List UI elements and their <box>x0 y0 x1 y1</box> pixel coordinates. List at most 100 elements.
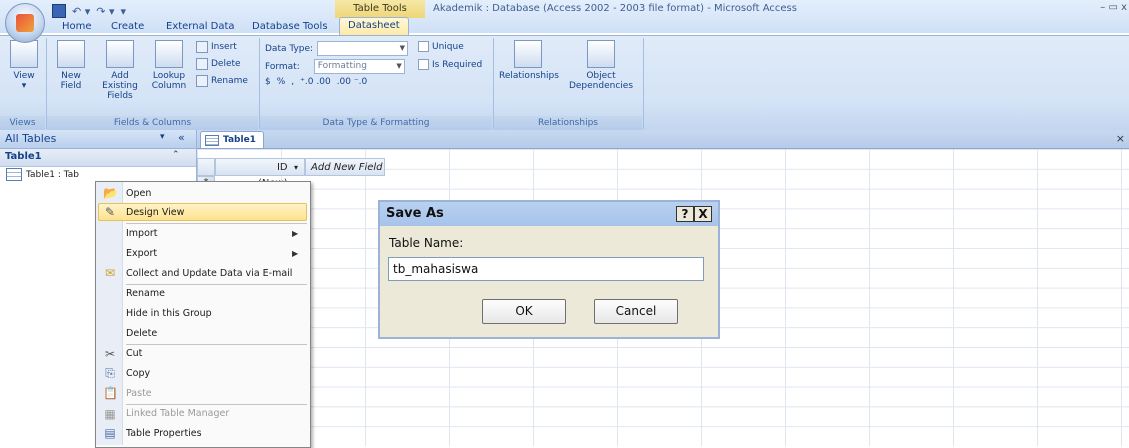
object-dependencies-button[interactable]: Object Dependencies <box>562 40 640 91</box>
delete-icon <box>196 58 208 70</box>
insert-icon <box>196 41 208 53</box>
number-format-row: $ % , ⁺.0 .00 .00 ⁻.0 <box>265 77 367 87</box>
redo-icon[interactable]: ↷ ▾ <box>96 5 114 18</box>
is-required-checkbox[interactable]: Is Required <box>418 59 482 70</box>
collapse-pane-icon[interactable]: « <box>178 131 185 144</box>
design-view-icon: ✎ <box>104 205 116 219</box>
increase-decimals-button[interactable]: ⁺.0 .00 <box>300 77 331 87</box>
document-tabs: × <box>197 130 1129 149</box>
lookup-column-icon <box>155 40 183 68</box>
column-header-add-new-field[interactable]: Add New Field <box>305 158 385 176</box>
menu-item-collect-update[interactable]: Collect and Update Data via E-mail <box>126 268 292 279</box>
percent-button[interactable]: % <box>277 77 286 87</box>
group-relationships: Relationships <box>494 116 642 130</box>
select-all-corner[interactable] <box>197 158 215 176</box>
menu-separator <box>126 344 307 345</box>
cancel-button[interactable]: Cancel <box>594 299 678 324</box>
decrease-decimals-button[interactable]: .00 ⁻.0 <box>337 77 368 87</box>
delete-button[interactable]: Delete <box>196 58 241 70</box>
menu-item-hide-in-group[interactable]: Hide in this Group <box>126 308 212 319</box>
design-view-icon <box>10 40 38 68</box>
close-icon[interactable]: × <box>1116 132 1125 145</box>
chevron-down-icon[interactable]: ▾ <box>294 163 298 172</box>
menu-item-import[interactable]: Import <box>126 228 158 239</box>
checkbox-icon <box>418 41 429 52</box>
scissors-icon: ✂ <box>104 347 116 361</box>
chevron-down-icon: ▼ <box>396 62 402 70</box>
copy-icon: ⎘ <box>105 366 115 380</box>
table-icon <box>205 135 219 146</box>
menu-item-cut[interactable]: Cut <box>126 348 142 359</box>
office-button[interactable] <box>5 3 45 43</box>
separator <box>643 38 644 129</box>
linked-table-icon: ▦ <box>104 407 116 421</box>
tab-database-tools[interactable]: Database Tools <box>252 19 328 35</box>
checkbox-icon <box>418 59 429 70</box>
office-logo-icon <box>16 14 34 32</box>
group-views: Views <box>0 116 45 130</box>
menu-item-linked-table-manager: Linked Table Manager <box>126 408 230 419</box>
submenu-arrow-icon: ▶ <box>292 229 299 238</box>
menu-item-delete[interactable]: Delete <box>126 328 157 339</box>
menu-item-paste: Paste <box>126 388 152 399</box>
customize-qat-icon[interactable]: ▾ <box>121 5 127 18</box>
window-controls[interactable]: – ▭ x <box>1100 2 1127 13</box>
menu-item-open[interactable]: Open <box>126 188 151 199</box>
group-data-type-formatting: Data Type & Formatting <box>260 116 492 130</box>
dialog-title: Save As <box>386 206 444 221</box>
lookup-column-button[interactable]: Lookup Column <box>146 40 192 91</box>
table-tools-label: Table Tools <box>335 0 425 18</box>
tab-create[interactable]: Create <box>111 19 144 35</box>
comma-button[interactable]: , <box>291 77 294 87</box>
nav-group-header[interactable]: Table1 ⌃ <box>0 149 196 167</box>
tab-home[interactable]: Home <box>62 19 92 35</box>
window-title: Akademik : Database (Access 2002 - 2003 … <box>433 3 797 14</box>
close-button[interactable]: X <box>694 206 712 222</box>
new-field-icon <box>57 40 85 68</box>
email-icon: ✉ <box>104 266 116 280</box>
ok-button[interactable]: OK <box>482 299 566 324</box>
table-name-input[interactable]: tb_mahasiswa <box>388 257 704 281</box>
tab-external-data[interactable]: External Data <box>166 19 235 35</box>
view-button[interactable]: View ▾ <box>6 40 42 91</box>
data-type-combo[interactable]: ▼ <box>317 41 409 56</box>
menu-separator <box>126 404 307 405</box>
chevron-down-icon[interactable]: ▾ <box>160 132 165 142</box>
menu-item-table-properties[interactable]: Table Properties <box>126 428 202 439</box>
help-button[interactable]: ? <box>676 206 694 222</box>
add-existing-fields-button[interactable]: Add Existing Fields <box>95 40 145 101</box>
menu-separator <box>126 284 307 285</box>
tab-datasheet[interactable]: Datasheet <box>339 17 409 36</box>
unique-checkbox[interactable]: Unique <box>418 41 464 52</box>
relationships-button[interactable]: Relationships <box>499 40 559 81</box>
paste-icon: 📋 <box>103 386 118 400</box>
menu-separator <box>126 223 307 224</box>
menu-item-copy[interactable]: Copy <box>126 368 150 379</box>
chevron-down-icon: ▼ <box>399 44 406 52</box>
table-icon <box>6 168 22 181</box>
relationships-icon <box>514 40 542 68</box>
new-field-button[interactable]: New Field <box>50 40 92 91</box>
format-row: Format: Formatting ▼ <box>265 59 405 74</box>
menu-item-export[interactable]: Export <box>126 248 157 259</box>
insert-button[interactable]: Insert <box>196 41 237 53</box>
quick-access-toolbar: ↶ ▾ ↷ ▾ ▾ <box>52 4 126 18</box>
ribbon: View ▾ Views New Field Add Existing Field… <box>0 35 1129 131</box>
rename-button[interactable]: Rename <box>196 75 248 87</box>
submenu-arrow-icon: ▶ <box>292 249 299 258</box>
format-combo[interactable]: Formatting ▼ <box>313 59 405 74</box>
data-type-row: Data Type: ▼ <box>265 41 409 56</box>
group-fields-columns: Fields & Columns <box>47 116 258 130</box>
object-dependencies-icon <box>587 40 615 68</box>
save-icon[interactable] <box>52 4 66 18</box>
nav-pane-header[interactable]: All Tables ▾ « <box>0 130 196 149</box>
properties-icon: ▤ <box>104 426 116 440</box>
undo-icon[interactable]: ↶ ▾ <box>72 5 90 18</box>
currency-button[interactable]: $ <box>265 77 271 87</box>
nav-item-table1[interactable]: Table1 : Tab <box>6 168 79 181</box>
menu-item-rename[interactable]: Rename <box>126 288 165 299</box>
menu-item-design-view[interactable]: Design View <box>126 207 184 218</box>
context-menu-icon-strip <box>96 182 123 445</box>
column-header-id[interactable]: ID ▾ <box>215 158 305 176</box>
collapse-group-icon[interactable]: ⌃ <box>172 150 180 160</box>
